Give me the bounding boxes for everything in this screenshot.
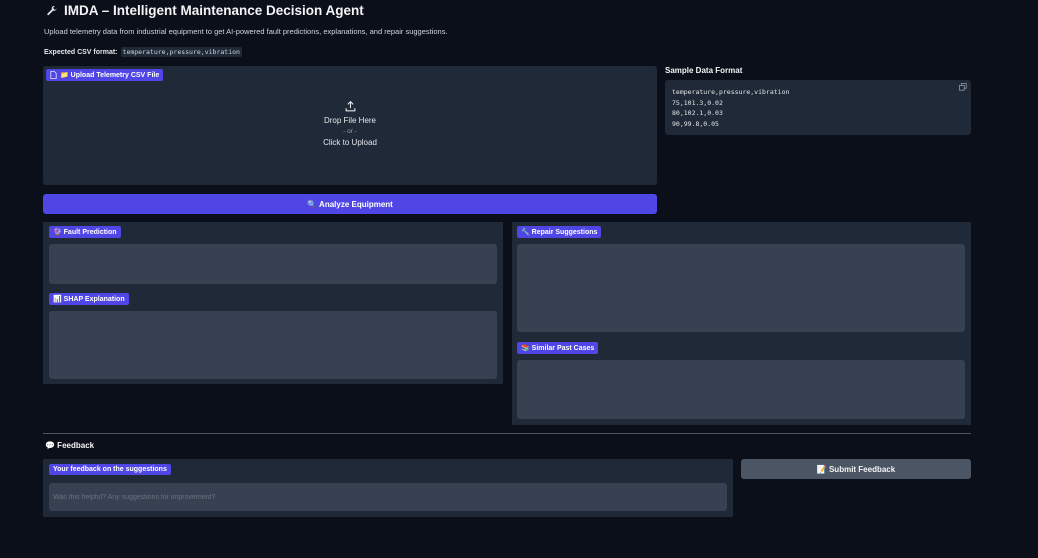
feedback-panel: Your feedback on the suggestions xyxy=(43,459,733,517)
similar-cases-label: 📚 Similar Past Cases xyxy=(517,342,599,354)
section-divider xyxy=(43,433,971,434)
fault-prediction-label: 🔮 Fault Prediction xyxy=(49,226,121,238)
sample-format-label: Sample Data Format xyxy=(665,66,743,75)
click-upload-text: Click to Upload xyxy=(323,138,377,147)
prediction-panel: 🔮 Fault Prediction 📊 SHAP Explanation xyxy=(43,222,503,384)
similar-cases-output xyxy=(517,360,965,419)
repair-suggestions-output xyxy=(517,244,965,332)
upload-label-text: 📁 Upload Telemetry CSV File xyxy=(60,72,160,79)
file-icon xyxy=(50,71,57,79)
submit-feedback-button[interactable]: 📝 Submit Feedback xyxy=(741,459,971,479)
sample-format-code: temperature,pressure,vibration 75,101.3,… xyxy=(672,88,790,128)
feedback-input[interactable] xyxy=(49,483,727,511)
shap-explanation-output xyxy=(49,311,497,379)
csv-format-line: Expected CSV format: temperature,pressur… xyxy=(44,47,242,57)
sample-format-box: temperature,pressure,vibration 75,101.3,… xyxy=(665,80,971,135)
wrench-icon xyxy=(47,5,57,15)
app-title: IMDA – Intelligent Maintenance Decision … xyxy=(46,3,364,18)
feedback-label: Your feedback on the suggestions xyxy=(49,464,171,475)
shap-explanation-label: 📊 SHAP Explanation xyxy=(49,293,129,305)
upload-label: 📁 Upload Telemetry CSV File xyxy=(46,69,164,81)
or-text: - or - xyxy=(343,128,357,135)
repair-panel: 🔧 Repair Suggestions 📚 Similar Past Case… xyxy=(512,222,971,425)
csv-format-code: temperature,pressure,vibration xyxy=(120,47,242,57)
analyze-equipment-button[interactable]: 🔍 Analyze Equipment xyxy=(43,194,657,214)
copy-icon[interactable] xyxy=(959,83,967,91)
feedback-heading: 💬 Feedback xyxy=(45,441,95,450)
upload-icon xyxy=(345,100,355,112)
app-title-text: IMDA – Intelligent Maintenance Decision … xyxy=(64,3,364,18)
upload-dropzone[interactable]: 📁 Upload Telemetry CSV File Drop File He… xyxy=(43,66,657,185)
repair-suggestions-label: 🔧 Repair Suggestions xyxy=(517,226,602,238)
csv-format-label: Expected CSV format: xyxy=(44,48,118,56)
drop-area[interactable]: Drop File Here - or - Click to Upload xyxy=(43,100,657,147)
drop-text: Drop File Here xyxy=(323,116,376,125)
fault-prediction-output xyxy=(49,244,497,284)
app-subtitle: Upload telemetry data from industrial eq… xyxy=(44,27,448,36)
